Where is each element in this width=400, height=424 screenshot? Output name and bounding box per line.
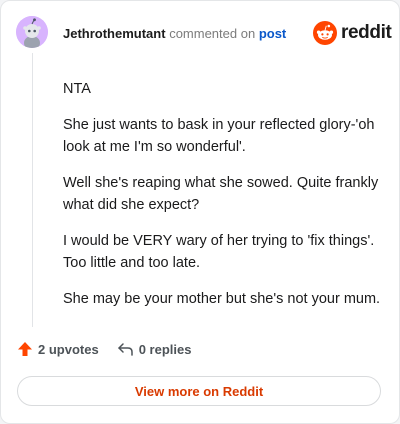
comment-paragraph: I would be VERY wary of her trying to 'f… [63, 233, 375, 271]
comment-actions: 2 upvotes 0 replies [17, 341, 209, 357]
replies-button[interactable]: 0 replies [117, 341, 192, 357]
reply-count: 0 replies [138, 341, 192, 357]
comment-paragraph: Well she's reaping what she sowed. Quite… [63, 175, 379, 213]
comment-paragraph: NTA [63, 81, 91, 97]
reddit-brand-link[interactable]: reddit [313, 21, 392, 45]
view-more-button[interactable]: View more on Reddit [17, 376, 381, 406]
avatar[interactable] [16, 16, 48, 48]
reply-arrow-icon [117, 343, 133, 356]
reddit-logo-icon [313, 21, 337, 45]
reddit-wordmark: reddit [341, 22, 392, 43]
comment-header: Jethrothemutant commented on post [63, 25, 286, 43]
commented-on-text: commented on [169, 26, 256, 41]
comment-body: NTA She just wants to bask in your refle… [63, 78, 383, 324]
upvote-count: 2 upvotes [38, 341, 99, 357]
comment-paragraph: She just wants to bask in your reflected… [63, 117, 375, 155]
username-link[interactable]: Jethrothemutant [63, 26, 166, 41]
post-link[interactable]: post [259, 26, 286, 41]
comment-paragraph: She may be your mother but she's not you… [63, 291, 381, 307]
snoo-avatar-icon [16, 16, 48, 48]
upvote-button[interactable]: 2 upvotes [17, 341, 99, 357]
comment-embed-card: Jethrothemutant commented on post reddit… [0, 0, 400, 424]
upvote-arrow-icon [18, 342, 32, 356]
thread-line [32, 53, 33, 327]
